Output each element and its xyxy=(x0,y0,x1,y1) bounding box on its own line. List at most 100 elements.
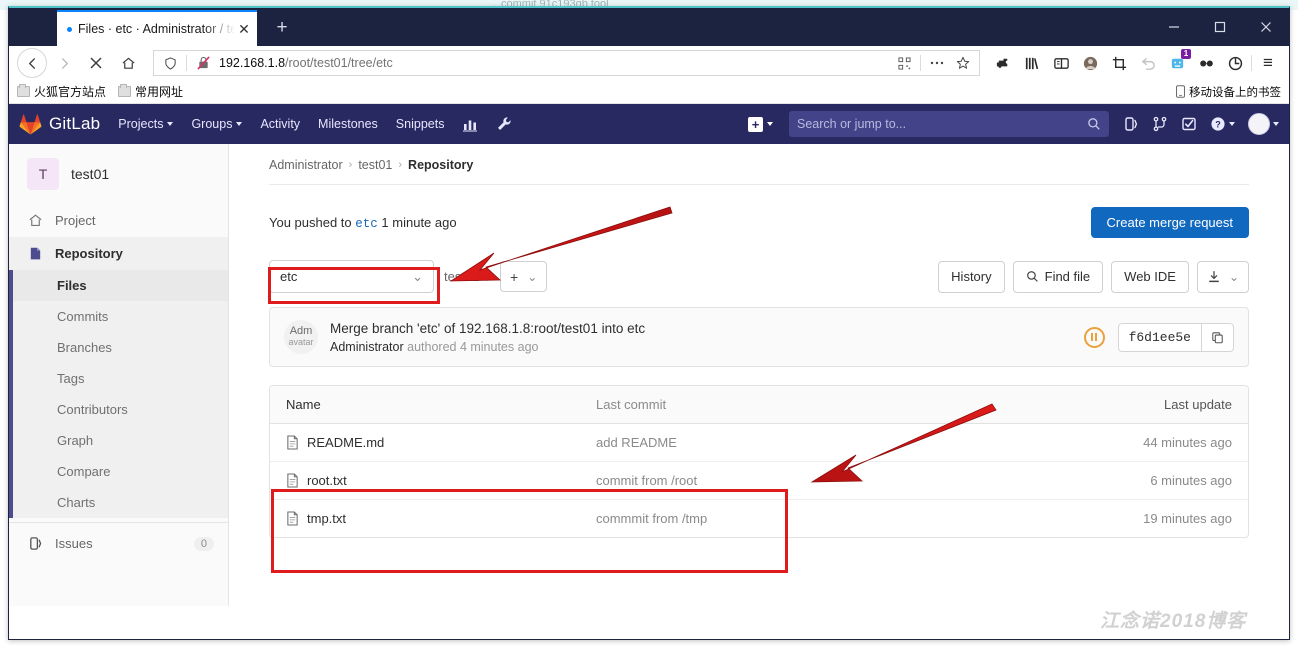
breadcrumb-item-test01[interactable]: test01 xyxy=(358,158,392,172)
mobile-bookmarks-item[interactable]: 移动设备上的书签 xyxy=(1176,84,1281,100)
column-header-last-update: Last update xyxy=(1164,397,1232,412)
add-to-repo-button[interactable]: + ⌄ xyxy=(500,261,548,292)
merge-request-icon[interactable] xyxy=(1152,116,1168,132)
sync-icon[interactable] xyxy=(1222,50,1248,76)
table-row[interactable]: root.txt commit from /root 6 minutes ago xyxy=(270,462,1248,500)
sidebar-subitem-tags[interactable]: Tags xyxy=(9,363,228,394)
commit-message[interactable]: Merge branch 'etc' of 192.168.1.8:root/t… xyxy=(330,321,645,336)
download-button[interactable]: ⌄ xyxy=(1196,260,1249,293)
nav-item-activity[interactable]: Activity xyxy=(260,117,300,131)
nav-item-milestones[interactable]: Milestones xyxy=(318,117,378,131)
help-icon[interactable]: ? xyxy=(1210,116,1235,132)
file-last-commit[interactable]: commmit from /tmp xyxy=(596,511,1143,526)
branch-selector[interactable]: etc ⌄ xyxy=(269,260,434,293)
sidebar-item-repository[interactable]: Repository xyxy=(9,237,228,270)
extension-puzzle-icon[interactable] xyxy=(990,50,1016,76)
sidebar-subitem-contributors[interactable]: Contributors xyxy=(9,394,228,425)
sidebar-subitem-graph[interactable]: Graph xyxy=(9,425,228,456)
close-icon[interactable]: ✕ xyxy=(235,20,253,38)
gitlab-logo[interactable]: GitLab xyxy=(19,113,100,135)
address-bar[interactable]: 192.168.1.8/root/test01/tree/etc xyxy=(153,50,980,76)
copy-icon[interactable] xyxy=(1201,323,1233,351)
table-row[interactable]: tmp.txt commmit from /tmp 19 minutes ago xyxy=(270,500,1248,537)
file-name-cell[interactable]: README.md xyxy=(286,435,596,450)
file-last-commit[interactable]: commit from /root xyxy=(596,473,1150,488)
project-name: test01 xyxy=(71,166,110,182)
nav-label: Groups xyxy=(191,117,233,131)
file-name-cell[interactable]: tmp.txt xyxy=(286,511,596,526)
todos-icon[interactable] xyxy=(1181,116,1197,132)
sidebar-subitem-compare[interactable]: Compare xyxy=(9,456,228,487)
table-row[interactable]: README.md add README 44 minutes ago xyxy=(270,424,1248,462)
nav-item-groups[interactable]: Groups xyxy=(191,117,243,131)
path-root-link[interactable]: test01 xyxy=(444,269,479,284)
chevron-down-icon xyxy=(1229,122,1235,126)
reader-sidebar-icon[interactable] xyxy=(1048,50,1074,76)
commit-sha[interactable]: f6d1ee5e xyxy=(1119,324,1201,351)
shield-icon[interactable] xyxy=(160,56,180,70)
more-icon[interactable] xyxy=(927,60,947,66)
web-ide-button[interactable]: Web IDE xyxy=(1111,260,1189,293)
file-last-commit[interactable]: add README xyxy=(596,435,1143,450)
ci-status-pending-icon[interactable] xyxy=(1083,326,1105,348)
home-icon[interactable] xyxy=(113,48,143,78)
sidebar-subitem-commits[interactable]: Commits xyxy=(9,301,228,332)
screenshot-icon[interactable] xyxy=(1106,50,1132,76)
sidebar-subitem-branches[interactable]: Branches xyxy=(9,332,228,363)
pocket-icon[interactable]: 1 xyxy=(1164,49,1191,76)
glasses-icon[interactable] xyxy=(1193,50,1219,76)
sidebar-subitem-files[interactable]: Files xyxy=(9,270,228,301)
home-icon xyxy=(27,213,43,228)
sidebar-item-project[interactable]: Project xyxy=(9,204,228,237)
nav-item-snippets[interactable]: Snippets xyxy=(396,117,445,131)
new-tab-button[interactable]: + xyxy=(267,13,297,43)
library-icon[interactable] xyxy=(1019,50,1045,76)
plus-square-icon: + xyxy=(748,116,763,132)
issues-icon[interactable] xyxy=(1123,116,1139,132)
search-field[interactable] xyxy=(797,117,1081,131)
sidebar-repository-section: Repository Files Commits Branches Tags C… xyxy=(9,237,228,518)
commit-author[interactable]: Administrator xyxy=(330,340,404,354)
bookmark-item[interactable]: 常用网址 xyxy=(118,83,183,100)
project-avatar: T xyxy=(27,158,59,190)
browser-titlebar: Files · etc · Administrator / te ✕ + xyxy=(9,8,1289,46)
nav-label: Projects xyxy=(118,117,164,131)
hamburger-menu-icon[interactable]: ≡ xyxy=(1255,50,1281,76)
repo-toolbar: etc ⌄ test01 / + ⌄ History Find file Web… xyxy=(269,246,1249,293)
divider xyxy=(186,55,187,71)
file-name-cell[interactable]: root.txt xyxy=(286,473,596,488)
back-button[interactable] xyxy=(17,48,47,78)
push-branch-link[interactable]: etc xyxy=(355,217,378,231)
wrench-icon[interactable] xyxy=(496,116,512,132)
breadcrumb-item-administrator[interactable]: Administrator xyxy=(269,158,343,172)
undo-icon[interactable] xyxy=(1135,50,1161,76)
history-button[interactable]: History xyxy=(938,260,1005,293)
maximize-button[interactable] xyxy=(1197,8,1243,46)
account-avatar-icon[interactable] xyxy=(1077,50,1103,76)
bookmark-star-icon[interactable] xyxy=(953,56,973,70)
stop-button[interactable] xyxy=(81,48,111,78)
analytics-chart-icon[interactable] xyxy=(462,116,478,132)
bookmark-label: 火狐官方站点 xyxy=(34,85,107,99)
search-input[interactable] xyxy=(789,111,1109,137)
create-merge-request-button[interactable]: Create merge request xyxy=(1090,207,1249,238)
sidebar-item-issues[interactable]: Issues 0 xyxy=(9,527,228,560)
forward-button[interactable] xyxy=(49,48,79,78)
folder-icon xyxy=(17,84,30,97)
window-controls xyxy=(1151,8,1289,46)
nav-item-projects[interactable]: Projects xyxy=(118,117,174,131)
close-window-button[interactable] xyxy=(1243,8,1289,46)
broken-lock-icon[interactable] xyxy=(193,56,213,70)
sidebar-subitem-charts[interactable]: Charts xyxy=(9,487,228,518)
user-avatar-icon[interactable] xyxy=(1248,113,1279,135)
browser-navbar: 192.168.1.8/root/test01/tree/etc 1 ≡ xyxy=(9,46,1289,80)
create-new-button[interactable]: + xyxy=(748,116,773,132)
minimize-button[interactable] xyxy=(1151,8,1197,46)
browser-tab[interactable]: Files · etc · Administrator / te ✕ xyxy=(57,10,257,46)
dot-icon xyxy=(67,26,72,32)
bookmark-item[interactable]: 火狐官方站点 xyxy=(17,83,106,100)
qr-icon[interactable] xyxy=(894,56,914,70)
url-text[interactable]: 192.168.1.8/root/test01/tree/etc xyxy=(219,56,888,70)
sidebar-project-header[interactable]: T test01 xyxy=(9,144,228,204)
find-file-button[interactable]: Find file xyxy=(1012,260,1104,293)
